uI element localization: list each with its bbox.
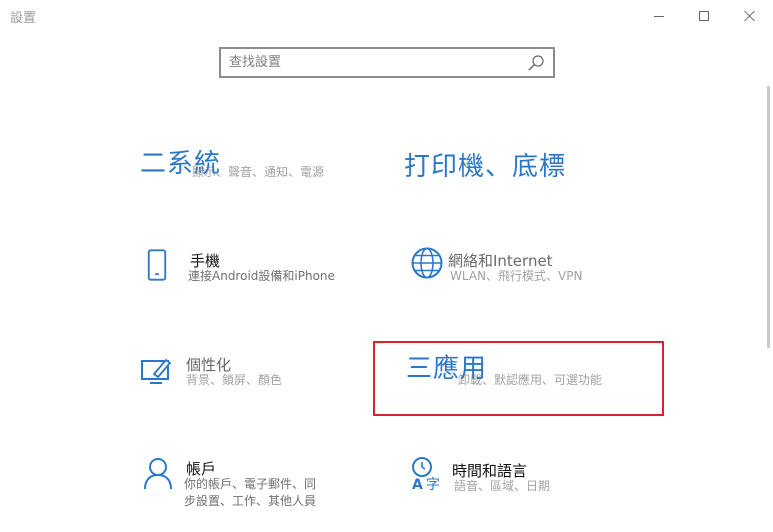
tile-desc: 卸載、默認應用、可選功能 (458, 373, 603, 387)
svg-text:A: A (412, 477, 423, 492)
minimize-icon (654, 15, 664, 17)
tile-system[interactable]: 二系統 顯示、聲音、通知、電源 (140, 140, 360, 190)
tile-desc-line-1: 你的帳戶、電子郵件、同 (184, 477, 317, 491)
search-box[interactable] (219, 47, 555, 78)
tile-apps[interactable]: 三應用 卸載、默認應用、可選功能 (406, 348, 656, 398)
tile-accounts[interactable]: 帳戶 你的帳戶、電子郵件、同 步設置、工作、其他人員 (140, 454, 370, 518)
globe-icon (411, 247, 443, 279)
close-icon (744, 10, 756, 22)
person-icon (144, 458, 172, 490)
tile-desc: 連接Android設備和iPhone (188, 269, 335, 283)
tile-phone[interactable]: 手機 連接Android設備和iPhone (140, 244, 370, 294)
tile-personalization[interactable]: 個性化 背景、鎖屏、顏色 (140, 352, 360, 402)
phone-icon (147, 249, 167, 281)
maximize-icon (699, 11, 709, 21)
svg-text:字: 字 (426, 477, 440, 492)
close-button[interactable] (727, 0, 773, 32)
search-icon[interactable] (527, 54, 545, 72)
tile-network[interactable]: 網絡和Internet WLAN、飛行模式、VPN (408, 244, 638, 294)
settings-window: 設置 二系統 顯示、聲音、通知、電源 打印機、底標 手機 連接Android設備… (0, 0, 773, 532)
personalization-icon (141, 358, 172, 384)
tile-devices[interactable]: 打印機、底標 (404, 140, 624, 190)
tile-time-language[interactable]: A 字 時間和語言 語音、區域、日期 (408, 454, 638, 504)
time-language-icon: A 字 (412, 457, 440, 492)
search-input[interactable] (221, 49, 521, 76)
tile-title: 打印機、底標 (404, 152, 567, 182)
title-bar: 設置 (0, 0, 773, 32)
minimize-button[interactable] (636, 0, 682, 32)
tile-desc-line-2: 步設置、工作、其他人員 (184, 494, 317, 508)
tile-desc: 語音、區域、日期 (454, 479, 551, 493)
scrollbar[interactable] (767, 86, 770, 348)
window-title: 設置 (10, 11, 37, 26)
maximize-button[interactable] (681, 0, 727, 32)
tile-desc: WLAN、飛行模式、VPN (450, 269, 583, 283)
tile-desc: 顯示、聲音、通知、電源 (192, 165, 325, 179)
tile-desc: 背景、鎖屏、顏色 (186, 373, 283, 387)
